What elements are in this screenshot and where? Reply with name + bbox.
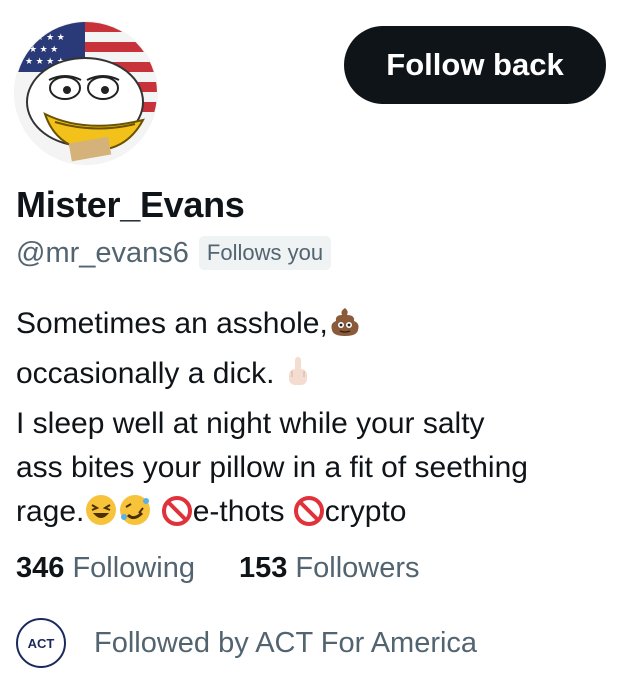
- followed-by-row[interactable]: ACT Followed by ACT For America: [16, 618, 477, 668]
- handle-row: @mr_evans6 Follows you: [16, 236, 332, 270]
- profile-bio: Sometimes an asshole, occasionally a dic…: [16, 302, 616, 540]
- follow-back-button[interactable]: Follow back: [344, 26, 606, 104]
- prohibited-icon: [293, 495, 325, 540]
- display-name: Mister_Evans: [16, 184, 245, 225]
- bio-line-2: occasionally a dick.: [16, 352, 616, 402]
- following-label: Following: [72, 552, 195, 584]
- middle-finger-icon: [283, 355, 313, 402]
- act-logo-text: ACT: [27, 635, 55, 651]
- followed-by-text: Followed by ACT For America: [94, 626, 478, 659]
- svg-text:★ ★ ★ ★: ★ ★ ★ ★: [25, 32, 65, 42]
- act-for-america-avatar[interactable]: ACT: [16, 618, 66, 668]
- follows-you-badge: Follows you: [198, 236, 332, 270]
- grinning-squinting-face-icon: [84, 493, 118, 540]
- bio-line-1: Sometimes an asshole,: [16, 302, 616, 352]
- followers-link[interactable]: 153 Followers: [239, 552, 420, 585]
- following-link[interactable]: 346 Following: [16, 552, 195, 585]
- followers-count: 153: [238, 552, 288, 584]
- prohibited-icon: [161, 495, 193, 540]
- rolling-on-floor-laughing-icon: [118, 493, 152, 540]
- bio-line-4: ass bites your pillow in a fit of seethi…: [16, 451, 528, 484]
- followers-label: Followers: [295, 552, 420, 584]
- avatar-image-icon: ★ ★ ★ ★ ★ ★ ★ ★ ★ ★ ★: [15, 22, 157, 164]
- bio-line-3: I sleep well at night while your salty: [16, 407, 485, 440]
- profile-avatar[interactable]: ★ ★ ★ ★ ★ ★ ★ ★ ★ ★ ★: [15, 22, 157, 164]
- bio-line-5: rage. e-thots crypto: [16, 490, 616, 540]
- svg-text:★ ★ ★: ★ ★ ★: [29, 44, 58, 54]
- profile-stats: 346 Following 153 Followers: [16, 552, 420, 585]
- user-handle: @mr_evans6: [16, 236, 189, 269]
- pile-of-poo-icon: [328, 305, 362, 352]
- following-count: 346: [16, 552, 65, 584]
